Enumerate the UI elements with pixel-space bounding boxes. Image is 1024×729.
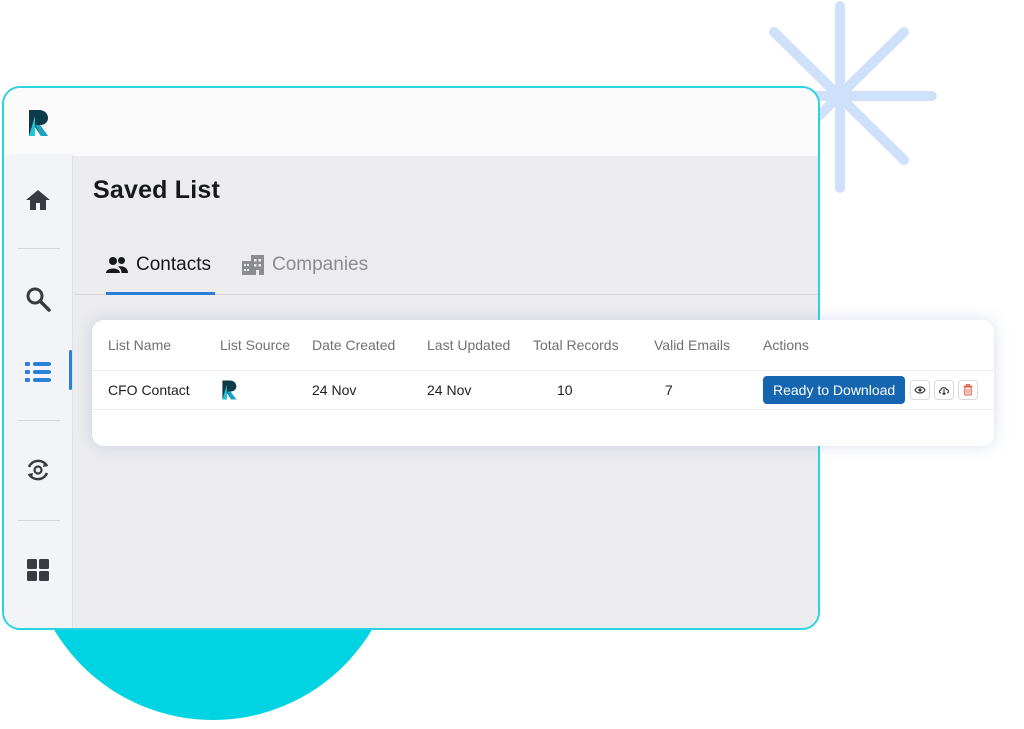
tab-contacts[interactable]: Contacts [106,236,215,295]
sidebar-item-enrich[interactable] [4,448,72,492]
cell-last-updated: 24 Nov [427,381,472,398]
sidebar-item-search[interactable] [4,277,72,321]
sidebar-item-dashboard[interactable] [4,548,72,592]
refresh-gear-icon [27,459,49,481]
cell-list-name[interactable]: CFO Contact [108,370,190,409]
eye-icon [914,385,926,394]
tab-contacts-label: Contacts [136,254,211,275]
column-header-total-records[interactable]: Total Records [533,320,619,370]
column-header-list-source[interactable]: List Source [220,320,290,370]
top-bar [4,88,818,157]
cell-list-source [220,370,238,409]
column-header-last-updated[interactable]: Last Updated [427,320,510,370]
tab-companies-label: Companies [272,254,369,275]
tab-companies[interactable]: Companies [242,236,368,294]
sidebar [4,156,73,628]
view-button[interactable] [910,379,931,400]
building-icon [242,255,264,275]
column-header-date-created[interactable]: Date Created [312,320,395,370]
contacts-icon [106,257,128,273]
column-header-valid-emails[interactable]: Valid Emails [654,320,730,370]
delete-button[interactable] [958,379,979,400]
cell-valid-emails: 7 [665,381,673,398]
sidebar-divider [18,420,60,421]
tab-bar: Contacts Companies [74,236,818,295]
brand-logo-icon[interactable] [26,108,50,138]
sidebar-divider [18,248,60,249]
ready-to-download-button[interactable]: Ready to Download [763,375,906,404]
cell-date-created: 24 Nov [312,381,357,398]
table-row[interactable]: CFO Contact 24 Nov 24 Nov 10 7 Ready to … [92,370,994,410]
column-header-list-name[interactable]: List Name [108,320,171,370]
table-header: List Name List Source Date Created Last … [92,320,994,371]
brand-r-logo-icon [222,379,237,400]
grid-icon [27,559,49,581]
trash-icon [963,383,973,396]
search-icon [26,287,51,312]
sidebar-item-home[interactable] [4,178,72,222]
cell-actions: Ready to Download [763,370,979,409]
sidebar-divider [18,520,60,521]
home-icon [26,190,50,210]
list-icon [25,362,51,382]
sidebar-item-lists[interactable] [4,350,72,394]
page-title: Saved List [93,176,221,204]
saved-lists-table: List Name List Source Date Created Last … [92,320,994,446]
download-button[interactable] [934,379,955,400]
cell-total-records: 10 [557,381,573,398]
cloud-download-icon [939,386,950,395]
column-header-actions: Actions [763,337,809,353]
